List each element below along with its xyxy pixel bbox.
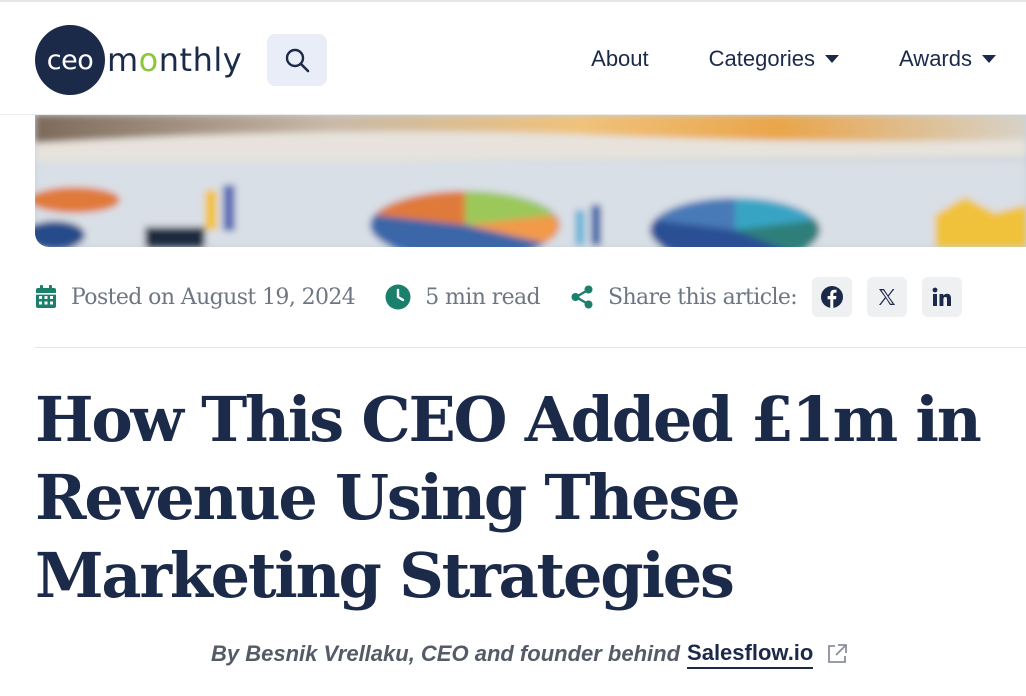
posted-date-text: Posted on August 19, 2024 <box>71 284 356 310</box>
share-x-button[interactable] <box>867 277 908 317</box>
share-linkedin-button[interactable] <box>922 277 963 317</box>
share-facebook-button[interactable] <box>812 277 853 317</box>
nav-categories[interactable]: Categories <box>708 46 840 72</box>
search-button[interactable] <box>267 34 327 86</box>
nav-about-label: About <box>591 46 649 71</box>
logo-circle: ceo <box>35 25 105 95</box>
facebook-icon <box>821 286 844 308</box>
nav-awards-label: Awards <box>899 46 972 71</box>
nav-categories-label: Categories <box>708 46 816 71</box>
article-title: How This CEO Added £1m in Revenue Using … <box>35 383 982 612</box>
read-time: 5 min read <box>385 284 541 310</box>
meta-divider <box>35 347 1026 348</box>
main-nav: About Categories Awards <box>531 46 996 72</box>
byline-text: By Besnik Vrellaku, CEO and founder behi… <box>211 641 681 666</box>
share-label-text: Share this article: <box>608 284 798 310</box>
logo-prefix: ceo <box>46 44 94 76</box>
nav-awards[interactable]: Awards <box>899 46 996 72</box>
article-meta: Posted on August 19, 2024 5 min read Sha… <box>35 276 963 318</box>
article-hero-image <box>35 115 1026 247</box>
share-label: Share this article: <box>570 284 798 310</box>
calendar-icon <box>36 285 56 308</box>
logo-wordmark: monthly <box>107 41 243 79</box>
posted-date: Posted on August 19, 2024 <box>35 284 356 310</box>
clock-icon <box>385 284 411 310</box>
linkedin-icon <box>932 287 952 306</box>
share-icon <box>571 285 593 309</box>
article-byline: By Besnik Vrellaku, CEO and founder behi… <box>211 638 849 670</box>
caret-down-icon <box>982 55 996 63</box>
read-time-text: 5 min read <box>425 284 540 310</box>
salesflow-link[interactable]: Salesflow.io <box>687 639 814 669</box>
search-icon <box>285 48 310 73</box>
nav-about[interactable]: About <box>591 46 649 72</box>
site-header: ceo monthly About Categories Awards <box>0 0 1026 115</box>
x-icon <box>879 289 896 305</box>
caret-down-icon <box>825 55 840 63</box>
ceo-monthly-logo[interactable]: ceo monthly <box>35 24 242 96</box>
external-link-icon[interactable] <box>825 642 849 666</box>
